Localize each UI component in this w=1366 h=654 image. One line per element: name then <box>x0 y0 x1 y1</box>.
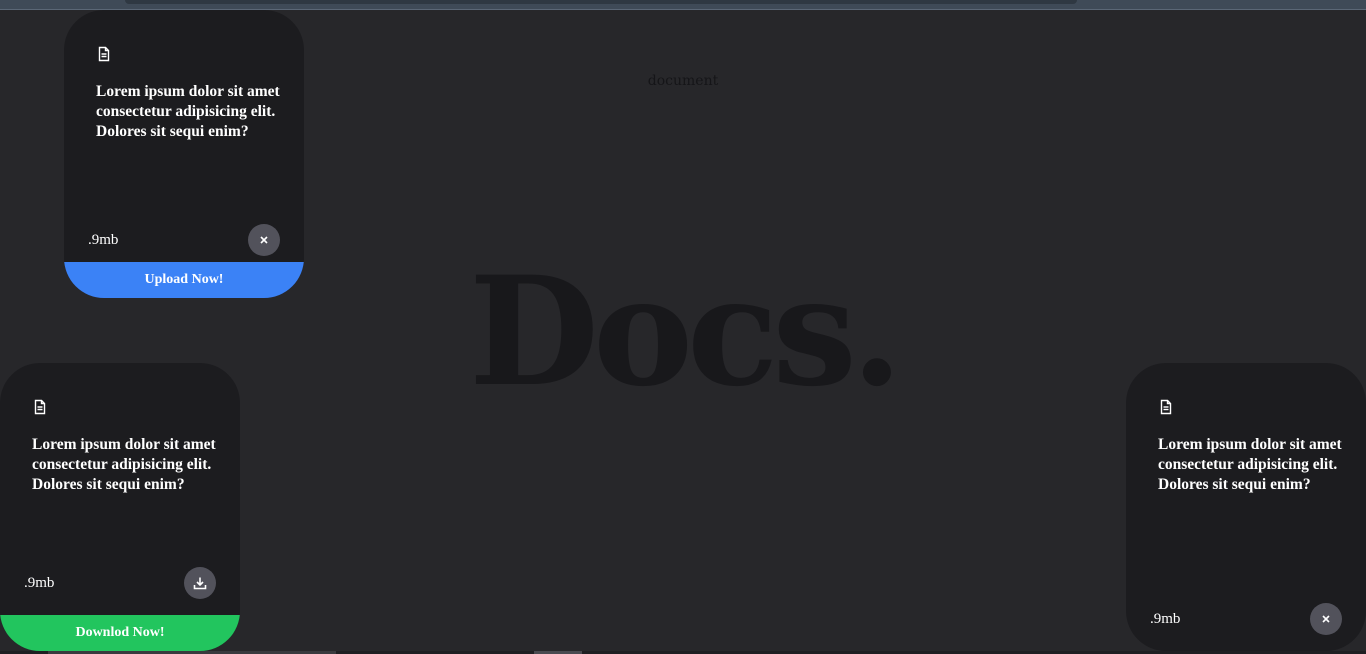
close-icon <box>260 236 268 244</box>
download-icon <box>193 577 207 590</box>
file-size: .9mb <box>24 575 55 591</box>
card-title: Lorem ipsum dolor sit amet consectetur a… <box>96 83 280 140</box>
file-card: Lorem ipsum dolor sit amet consectetur a… <box>1126 363 1366 651</box>
document-icon <box>32 399 48 415</box>
file-size: .9mb <box>88 232 119 248</box>
document-icon <box>1158 399 1174 415</box>
card-title: Lorem ipsum dolor sit amet consectetur a… <box>1158 436 1342 493</box>
browser-top-bar <box>0 0 1366 10</box>
close-icon <box>1322 615 1330 623</box>
close-button[interactable] <box>248 224 280 256</box>
card-title: Lorem ipsum dolor sit amet consectetur a… <box>32 436 216 493</box>
file-size: .9mb <box>1150 611 1181 627</box>
file-card-download: Lorem ipsum dolor sit amet consectetur a… <box>0 363 240 651</box>
close-button[interactable] <box>1310 603 1342 635</box>
upload-now-button[interactable]: Upload Now! <box>64 262 304 298</box>
file-card-upload: Lorem ipsum dolor sit amet consectetur a… <box>64 10 304 298</box>
address-bar-edge <box>125 0 1077 4</box>
download-button[interactable] <box>184 567 216 599</box>
document-icon <box>96 46 112 62</box>
download-now-button[interactable]: Downlod Now! <box>0 615 240 651</box>
